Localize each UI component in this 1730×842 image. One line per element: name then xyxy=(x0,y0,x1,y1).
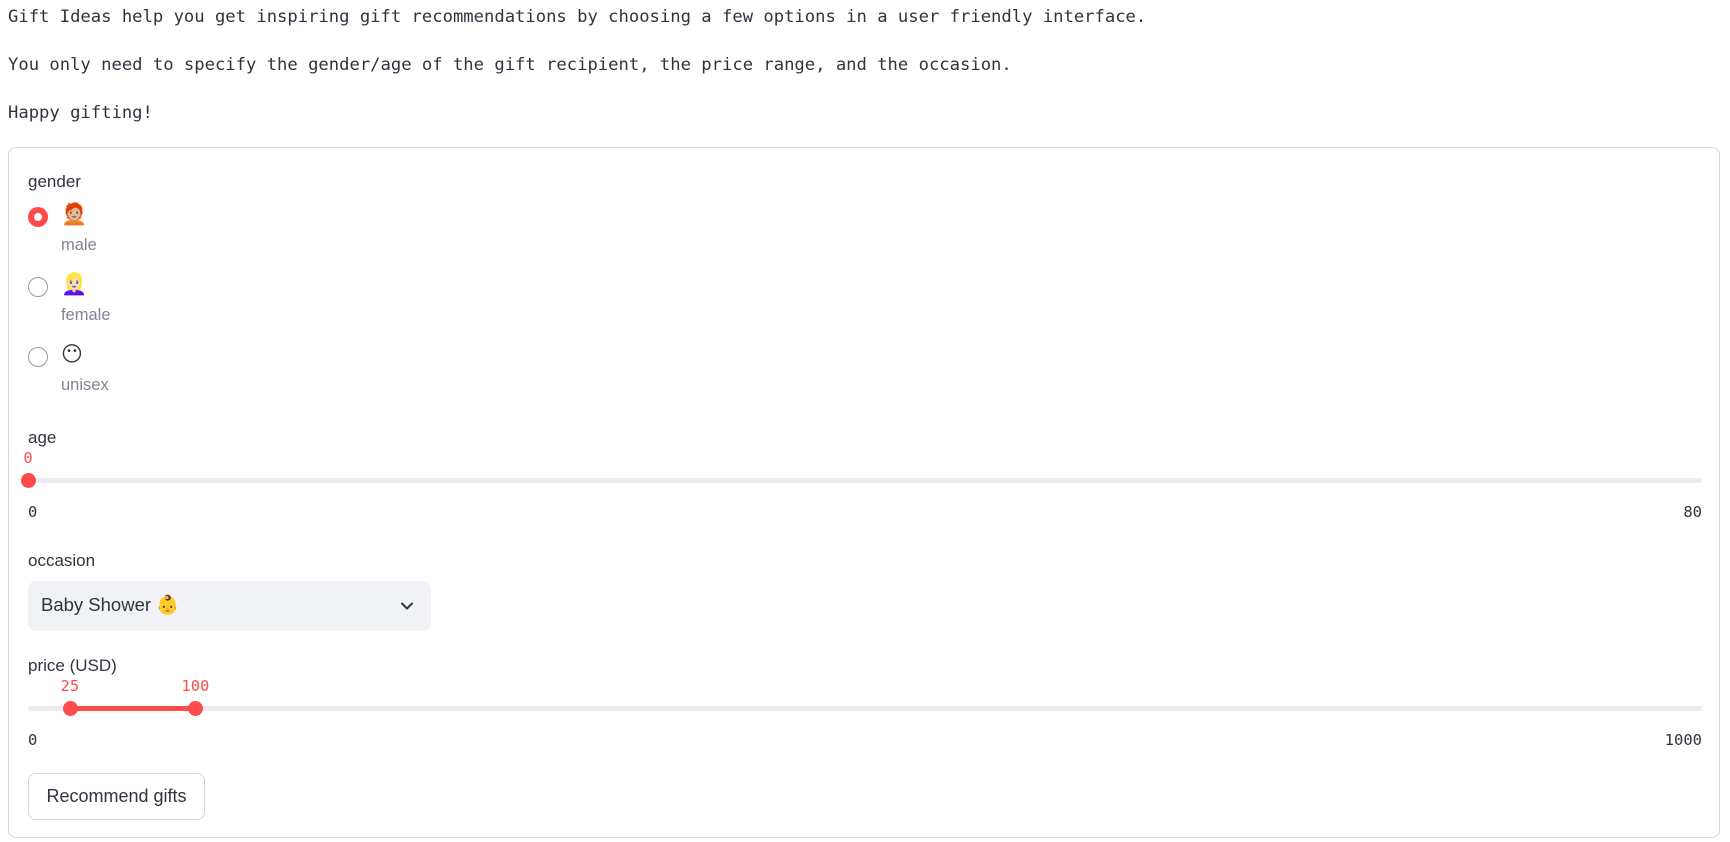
gender-option-unisex[interactable]: 😶 unisex xyxy=(28,336,328,396)
neutral-face-emoji-icon: 😶 xyxy=(61,343,83,366)
radio-button-checked[interactable] xyxy=(28,207,48,227)
age-slider-thumb[interactable] xyxy=(21,473,36,488)
gender-option-caption: female xyxy=(61,306,111,324)
gender-option-female[interactable]: 👱🏻‍♀️ female xyxy=(28,266,328,326)
price-slider-high-value: 100 xyxy=(181,677,210,695)
gender-option-male[interactable]: 🧑🏼‍🦰 male xyxy=(28,196,328,256)
recommend-gifts-button[interactable]: Recommend gifts xyxy=(28,773,205,820)
occasion-select[interactable]: Baby Shower 👶 xyxy=(28,581,431,631)
occasion-selected-value: Baby Shower 👶 xyxy=(41,594,180,615)
price-slider[interactable]: 25 100 0 1000 xyxy=(28,676,1702,756)
price-slider-high-thumb[interactable] xyxy=(188,701,204,716)
price-slider-min: 0 xyxy=(28,731,38,749)
price-slider-low-value: 25 xyxy=(60,677,80,695)
price-slider-low-thumb[interactable] xyxy=(62,701,78,716)
slider-track[interactable] xyxy=(28,478,1702,483)
age-slider-value: 0 xyxy=(23,449,33,467)
intro-line-description: Gift Ideas help you get inspiring gift r… xyxy=(8,7,1147,27)
radio-button[interactable] xyxy=(28,347,48,367)
gift-form: gender 🧑🏼‍🦰 male 👱🏻‍♀️ female 😶 unisex a… xyxy=(8,147,1720,838)
chevron-down-icon[interactable] xyxy=(399,598,415,614)
age-slider[interactable]: 0 0 80 xyxy=(21,448,1702,528)
age-slider-max: 80 xyxy=(1683,503,1702,521)
age-slider-min: 0 xyxy=(28,503,38,521)
slider-track[interactable] xyxy=(28,706,1702,711)
man-emoji-icon: 🧑🏼‍🦰 xyxy=(61,203,88,226)
radio-button[interactable] xyxy=(28,277,48,297)
age-label: age xyxy=(28,428,57,447)
price-label: price (USD) xyxy=(28,656,117,675)
price-slider-max: 1000 xyxy=(1664,731,1702,749)
gender-option-caption: male xyxy=(61,236,97,254)
intro-text: Gift Ideas help you get inspiring gift r… xyxy=(8,0,1708,144)
gender-option-caption: unisex xyxy=(61,376,109,394)
gender-label: gender xyxy=(28,172,81,191)
intro-line-instructions: You only need to specify the gender/age … xyxy=(8,55,1012,75)
occasion-label: occasion xyxy=(28,551,96,570)
intro-line-greeting: Happy gifting! xyxy=(8,103,153,123)
price-slider-range-fill xyxy=(69,706,196,711)
woman-emoji-icon: 👱🏻‍♀️ xyxy=(61,273,88,296)
